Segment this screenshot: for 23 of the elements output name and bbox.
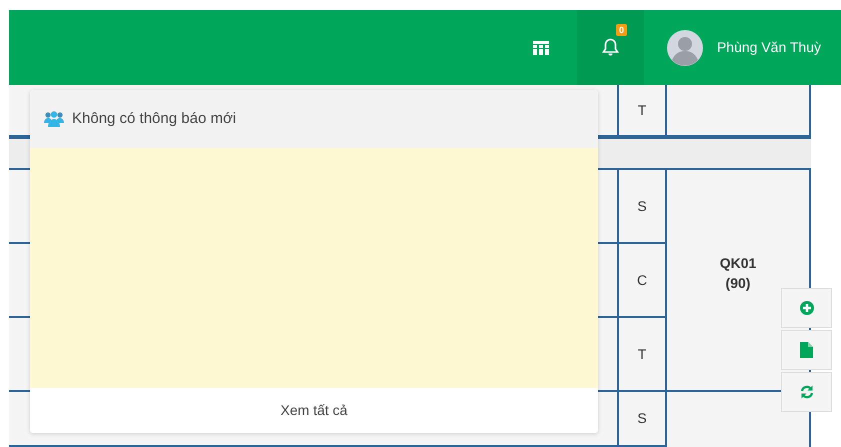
day-cell-text: S — [637, 196, 647, 216]
day-cell-text: T — [638, 344, 646, 364]
user-menu[interactable]: Phùng Văn Thuỳ — [644, 10, 841, 85]
view-all-link[interactable]: Xem tất cả — [280, 400, 348, 421]
day-cell-text: C — [636, 270, 648, 290]
day-cell-text: T — [638, 100, 646, 120]
refresh-button[interactable] — [781, 372, 832, 412]
add-button[interactable] — [781, 288, 832, 328]
bell-icon — [602, 38, 619, 57]
file-icon — [800, 342, 813, 358]
file-button[interactable] — [781, 330, 832, 370]
avatar-icon — [666, 30, 703, 66]
day-cell-text: S — [637, 409, 647, 428]
plus-circle-icon — [800, 301, 814, 315]
users-icon — [44, 111, 64, 127]
grid-icon[interactable] — [532, 40, 549, 54]
refresh-icon — [800, 385, 814, 399]
group-label: QK01 — [720, 254, 756, 273]
user-name: Phùng Văn Thuỳ — [716, 38, 821, 57]
group-label: (90) — [726, 274, 750, 293]
notification-count-badge: 0 — [616, 24, 627, 36]
notification-message: Không có thông báo mới — [72, 108, 236, 129]
notification-button[interactable]: 0 — [576, 10, 644, 85]
